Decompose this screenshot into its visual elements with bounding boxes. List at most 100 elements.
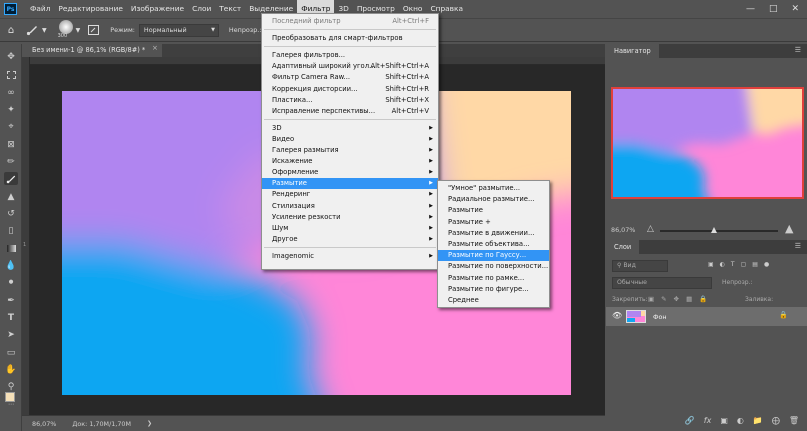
dodge-tool-icon[interactable]: ⚫: [4, 276, 18, 289]
filter-menu-item[interactable]: Последний фильтр Alt+Ctrl+F: [262, 16, 438, 27]
filter-menu-item[interactable]: Усиление резкости ▶: [262, 212, 438, 223]
filter-menu-item[interactable]: Шум ▶: [262, 223, 438, 234]
minimize-icon[interactable]: —: [746, 4, 755, 14]
close-icon[interactable]: ✕: [791, 4, 799, 14]
stamp-tool-icon[interactable]: ▲: [4, 190, 18, 203]
lock-paint-icon[interactable]: ✎: [661, 295, 666, 303]
blur-menu-item[interactable]: Размытие по рамке...: [438, 273, 549, 284]
filter-menu-item[interactable]: Размытие ▶: [262, 178, 438, 190]
filter-menu-item[interactable]: Стилизация ▶: [262, 201, 438, 212]
lock-all-icon[interactable]: 🔒: [699, 295, 707, 303]
filter-menu-item[interactable]: Преобразовать для смарт-фильтров: [262, 33, 438, 44]
eraser-icon[interactable]: ▯: [4, 224, 18, 237]
image-filter-icon[interactable]: ▣: [708, 261, 714, 268]
type-filter-icon[interactable]: T: [731, 261, 735, 268]
filter-menu-item[interactable]: Адаптивный широкий угол... Alt+Shift+Ctrl…: [262, 61, 438, 72]
blur-menu-item[interactable]: Размытие по поверхности...: [438, 261, 549, 272]
menu-1[interactable]: Редактирование: [54, 0, 127, 18]
frame-tool-icon[interactable]: ⊠: [4, 138, 18, 151]
layer-filter-select[interactable]: ⚲ Вид: [612, 260, 668, 272]
filter-menu-item[interactable]: Исправление перспективы... Alt+Ctrl+V: [262, 106, 438, 117]
hand-tool-icon[interactable]: ✋: [4, 363, 18, 376]
pen-tool-icon[interactable]: ✒: [4, 294, 18, 307]
new-group-icon[interactable]: 📁: [753, 416, 763, 425]
tab-layers[interactable]: Слои: [606, 240, 640, 254]
blur-menu-item[interactable]: Радиальное размытие...: [438, 194, 549, 205]
add-mask-icon[interactable]: ▣: [720, 416, 728, 425]
filter-toggle-icon[interactable]: ●: [764, 261, 769, 268]
filter-menu-item[interactable]: Искажение ▶: [262, 156, 438, 167]
delete-layer-icon[interactable]: 🗑: [789, 416, 799, 425]
panel-menu-icon[interactable]: ☰: [795, 242, 801, 250]
brush-icon[interactable]: [24, 24, 40, 36]
brush-settings-icon[interactable]: [86, 25, 100, 35]
zoom-out-icon[interactable]: △: [647, 224, 654, 234]
eyedropper-icon[interactable]: ✏: [4, 155, 18, 168]
close-tab-icon[interactable]: ×: [152, 44, 158, 52]
adjustment-layer-icon[interactable]: ◐: [737, 416, 744, 425]
navigator-zoom-slider[interactable]: [660, 230, 778, 232]
lock-pixels-icon[interactable]: ▣: [648, 295, 654, 303]
shape-tool-icon[interactable]: ▭: [4, 346, 18, 359]
blur-menu-item[interactable]: Размытие: [438, 205, 549, 216]
home-icon[interactable]: ⌂: [4, 25, 18, 36]
lasso-tool-icon[interactable]: ∞: [4, 86, 18, 99]
panel-menu-icon[interactable]: ☰: [795, 46, 801, 54]
lock-artboard-icon[interactable]: ▦: [686, 295, 692, 303]
magic-wand-icon[interactable]: ✦: [4, 103, 18, 116]
brush-preset-picker[interactable]: 300: [56, 19, 76, 41]
zoom-in-icon[interactable]: ▲: [785, 222, 793, 235]
move-tool-icon[interactable]: ✥: [4, 50, 18, 63]
filter-menu-item[interactable]: Пластика... Shift+Ctrl+X: [262, 95, 438, 106]
filter-menu-item[interactable]: Галерея размытия ▶: [262, 145, 438, 156]
menu-4[interactable]: Текст: [215, 0, 245, 18]
filter-menu-item[interactable]: Коррекция дисторсии... Shift+Ctrl+R: [262, 84, 438, 95]
layer-blend-mode-select[interactable]: Обычные: [612, 277, 712, 289]
menu-2[interactable]: Изображение: [127, 0, 188, 18]
blur-menu-item[interactable]: Размытие +: [438, 217, 549, 228]
filter-menu-item[interactable]: Рендеринг ▶: [262, 189, 438, 200]
maximize-icon[interactable]: □: [769, 4, 778, 14]
filter-menu-item[interactable]: Видео ▶: [262, 134, 438, 145]
chevron-right-icon[interactable]: ❯: [147, 420, 152, 427]
filter-menu-item[interactable]: Галерея фильтров...: [262, 50, 438, 61]
filter-menu-item[interactable]: Оформление ▶: [262, 167, 438, 178]
history-brush-icon[interactable]: ↺: [4, 207, 18, 220]
blur-menu-item[interactable]: "Умное" размытие...: [438, 183, 549, 194]
blur-menu-item[interactable]: Размытие по Гауссу...: [438, 250, 549, 262]
blur-menu-item[interactable]: Размытие в движении...: [438, 228, 549, 239]
mode-select[interactable]: Нормальный ▼: [138, 23, 219, 37]
document-tab[interactable]: Без имени-1 @ 86,1% (RGB/8#) *: [22, 44, 162, 57]
blur-menu-item[interactable]: Размытие по фигуре...: [438, 284, 549, 295]
blur-menu-item[interactable]: Размытие объектива...: [438, 239, 549, 250]
adjustment-filter-icon[interactable]: ◐: [720, 261, 725, 268]
marquee-tool-icon[interactable]: [4, 68, 18, 81]
shape-filter-icon[interactable]: ▢: [741, 261, 747, 268]
filter-menu-item[interactable]: Другое ▶: [262, 234, 438, 245]
type-tool-icon[interactable]: T: [4, 311, 18, 324]
filter-menu-item[interactable]: Imagenomic ▶: [262, 251, 438, 262]
smart-filter-icon[interactable]: ▤: [752, 261, 758, 268]
blur-menu-item[interactable]: Среднее: [438, 295, 549, 306]
filter-menu-item[interactable]: Фильтр Camera Raw... Shift+Ctrl+A: [262, 72, 438, 83]
path-select-icon[interactable]: ➤: [4, 328, 18, 341]
zoom-slider-knob[interactable]: [711, 227, 717, 233]
layer-style-icon[interactable]: fx: [704, 416, 712, 425]
status-zoom[interactable]: 86,07%: [32, 420, 56, 428]
crop-tool-icon[interactable]: ⌖: [4, 120, 18, 133]
chevron-down-icon[interactable]: ▼: [42, 27, 47, 34]
blur-tool-icon[interactable]: 💧: [4, 259, 18, 272]
brush-tool-icon[interactable]: [4, 172, 18, 185]
navigator-preview[interactable]: [611, 87, 804, 199]
layer-name[interactable]: Фон: [653, 313, 667, 321]
gradient-tool-icon[interactable]: [4, 242, 18, 255]
foreground-color-swatch[interactable]: [5, 392, 15, 402]
link-layers-icon[interactable]: 🔗: [685, 416, 695, 425]
tab-navigator[interactable]: Навигатор: [606, 44, 659, 58]
chevron-down-icon[interactable]: ▼: [76, 27, 81, 34]
eye-icon[interactable]: 👁: [612, 311, 622, 320]
lock-position-icon[interactable]: ✥: [674, 295, 679, 303]
new-layer-icon[interactable]: ⨁: [772, 416, 780, 425]
filter-menu-item[interactable]: 3D ▶: [262, 123, 438, 134]
menu-3[interactable]: Слои: [188, 0, 215, 18]
